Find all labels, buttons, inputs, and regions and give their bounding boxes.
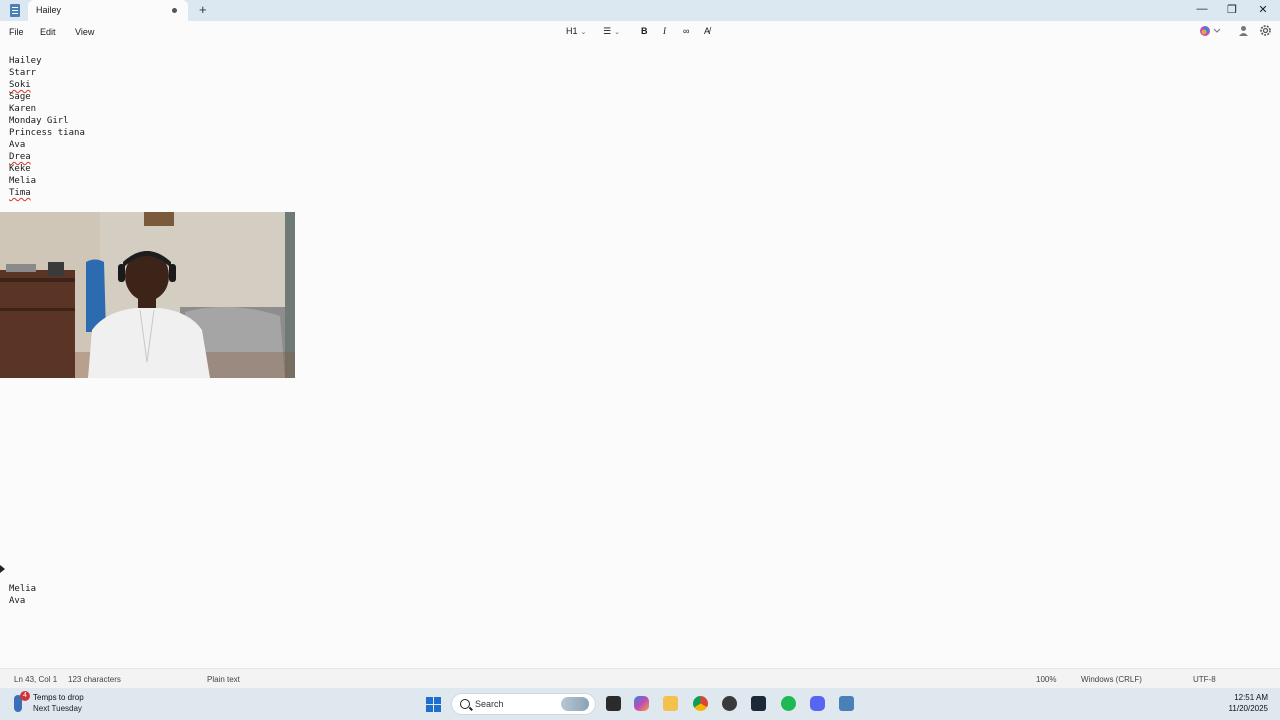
menu-file[interactable]: File: [9, 27, 24, 37]
document-line[interactable]: Drea: [9, 152, 31, 162]
taskbar: 4 Temps to drop Next Tuesday Search 12:5…: [0, 688, 1280, 720]
menu-edit[interactable]: Edit: [40, 27, 56, 37]
notepad-icon: [10, 4, 20, 17]
heading-label: H1: [566, 26, 578, 36]
document-line[interactable]: Monday Girl: [9, 116, 69, 126]
character-count: 123 characters: [68, 675, 121, 684]
gear-icon: [1260, 25, 1271, 36]
webcam-feed-image: [0, 212, 295, 378]
copilot-app-icon[interactable]: [634, 696, 649, 711]
document-line[interactable]: Princess tiana: [9, 128, 85, 138]
file-explorer-icon[interactable]: [663, 696, 678, 711]
italic-button[interactable]: I: [663, 26, 666, 36]
document-line[interactable]: Ava: [9, 140, 25, 150]
clock-time[interactable]: 12:51 AM: [1234, 693, 1268, 702]
list-dropdown[interactable]: ☰ ⌄: [603, 26, 620, 37]
windows-logo-icon: [426, 697, 433, 704]
unsaved-dot-icon[interactable]: [172, 8, 177, 13]
start-button[interactable]: [426, 697, 441, 712]
document-line[interactable]: Starr: [9, 68, 36, 78]
cursor-position: Ln 43, Col 1: [14, 675, 58, 684]
taskbar-search[interactable]: Search: [451, 693, 596, 715]
weather-title: Temps to drop: [33, 693, 84, 702]
clock-date[interactable]: 11/20/2025: [1229, 704, 1268, 713]
line-ending[interactable]: Windows (CRLF): [1081, 675, 1142, 684]
account-button[interactable]: [1238, 25, 1249, 39]
encoding[interactable]: UTF-8: [1193, 675, 1216, 684]
heading-dropdown[interactable]: H1 ⌄: [566, 26, 586, 36]
chrome-icon[interactable]: [693, 696, 708, 711]
obs-icon[interactable]: [722, 696, 737, 711]
windows-logo-icon: [434, 697, 441, 704]
settings-button[interactable]: [1259, 24, 1272, 39]
close-button[interactable]: ✕: [1253, 3, 1273, 16]
list-icon: ☰: [603, 26, 612, 36]
search-icon: [460, 699, 470, 709]
text-format[interactable]: Plain text: [207, 675, 240, 684]
document-line[interactable]: Melia: [9, 176, 36, 186]
bold-button[interactable]: B: [641, 26, 648, 36]
task-view-icon[interactable]: [606, 696, 621, 711]
document-line[interactable]: Hailey: [9, 56, 42, 66]
weather-subtitle: Next Tuesday: [33, 704, 82, 713]
document-line[interactable]: Ava: [9, 596, 25, 606]
menu-bar: File Edit View H1 ⌄ ☰ ⌄ B I ∞ A̸: [0, 21, 1280, 44]
steam-icon[interactable]: [751, 696, 766, 711]
copilot-icon: [1200, 26, 1221, 36]
search-highlight-image: [561, 697, 589, 711]
document-line[interactable]: Tima: [9, 188, 31, 198]
new-tab-button[interactable]: +: [199, 2, 207, 17]
search-label: Search: [475, 699, 504, 709]
maximize-button[interactable]: ❒: [1222, 3, 1242, 16]
windows-logo-icon: [426, 705, 433, 712]
link-button[interactable]: ∞: [683, 26, 689, 36]
windows-logo-icon: [434, 705, 441, 712]
discord-icon[interactable]: [810, 696, 825, 711]
tab-title: Hailey: [36, 5, 62, 15]
chevron-down-icon: ⌄: [580, 29, 587, 36]
document-line[interactable]: Keke: [9, 164, 31, 174]
clear-formatting-button[interactable]: A̸: [704, 26, 710, 36]
document-line[interactable]: Melia: [9, 584, 36, 594]
document-line[interactable]: Karen: [9, 104, 36, 114]
document-line[interactable]: Sage: [9, 92, 31, 102]
status-bar: Ln 43, Col 1 123 characters Plain text 1…: [0, 668, 1280, 689]
person-icon: [1239, 26, 1248, 36]
menu-view[interactable]: View: [75, 27, 94, 37]
mouse-cursor-icon: [0, 565, 5, 573]
webcam-overlay: [0, 212, 295, 378]
tab-hailey[interactable]: Hailey: [28, 0, 188, 21]
copilot-button[interactable]: [1199, 25, 1221, 39]
spotify-icon[interactable]: [781, 696, 796, 711]
document-line[interactable]: Soki: [9, 80, 31, 90]
minimize-button[interactable]: —: [1192, 3, 1212, 15]
chevron-down-icon: ⌄: [614, 29, 620, 36]
notepad-taskbar-icon[interactable]: [839, 696, 854, 711]
notification-badge: 4: [20, 691, 30, 701]
zoom-level[interactable]: 100%: [1036, 675, 1056, 684]
title-bar: Hailey + — ❒ ✕: [0, 0, 1280, 21]
